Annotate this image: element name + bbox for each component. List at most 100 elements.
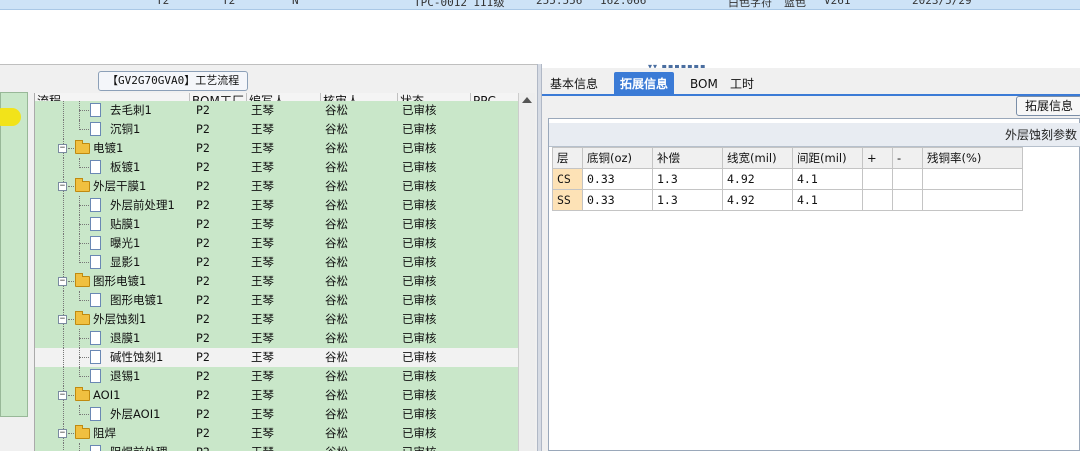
params-cell[interactable]: 0.33 [582,189,653,211]
table-row[interactable]: − 阻焊 P2 王琴 谷松 已审核 [35,424,518,443]
table-row[interactable]: 图形电镀1 P2 王琴 谷松 已审核 [35,291,518,310]
writer-cell: 王琴 [251,179,274,193]
process-step-name: 外层AOI1 [110,407,161,421]
status-indicator [0,108,21,126]
table-row[interactable]: 阻焊前处理 P2 王琴 谷松 已审核 [35,443,518,451]
table-row[interactable]: 贴膜1 P2 王琴 谷松 已审核 [35,215,518,234]
collapse-toggle-icon[interactable]: − [58,315,67,324]
tree-connector [79,129,89,130]
tree-connector [79,443,80,451]
table-row[interactable]: 曝光1 P2 王琴 谷松 已审核 [35,234,518,253]
tree-connector [63,196,64,215]
process-step-name: 外层干膜1 [93,179,147,193]
params-cell[interactable]: CS [552,168,583,190]
params-cell[interactable]: 4.92 [722,168,793,190]
params-column-header[interactable]: 残铜率(%) [922,147,1023,169]
writer-cell: 王琴 [251,103,274,117]
status-cell: 已审核 [402,179,437,193]
params-cell[interactable]: SS [552,189,583,211]
writer-cell: 王琴 [251,236,274,250]
params-column-header[interactable]: 补偿 [652,147,723,169]
process-step-name: 退膜1 [110,331,141,345]
params-cell[interactable] [892,168,923,190]
document-icon [90,445,101,451]
tab-0[interactable]: 基本信息 [544,72,604,96]
document-icon [90,160,101,174]
process-step-name: 阻焊 [93,426,116,440]
writer-cell: 王琴 [251,407,274,421]
params-column-header[interactable]: 线宽(mil) [722,147,793,169]
tab-2[interactable]: BOM [684,72,724,96]
tree-connector [79,110,89,111]
table-row[interactable]: − 图形电镀1 P2 王琴 谷松 已审核 [35,272,518,291]
tab-1[interactable]: 拓展信息 [614,72,675,96]
params-cell[interactable] [862,168,893,190]
bom-factory-cell: P2 [196,350,210,364]
writer-cell: 王琴 [251,350,274,364]
params-row[interactable]: CS 0.33 1.3 4.92 4.1 [552,168,1023,190]
tree-connector [63,253,64,272]
collapse-toggle-icon[interactable]: − [58,277,67,286]
vertical-scrollbar[interactable] [518,93,535,451]
collapse-toggle-icon[interactable]: − [58,429,67,438]
table-row[interactable]: 外层前处理1 P2 王琴 谷松 已审核 [35,196,518,215]
bom-factory-cell: P2 [196,274,210,288]
params-column-header[interactable]: + [862,147,893,169]
panel-title: 外层蚀刻参数 [549,123,1080,147]
table-row[interactable]: 碱性蚀刻1 P2 王琴 谷松 已审核 [35,348,518,367]
extended-info-button[interactable]: 拓展信息 [1016,96,1080,116]
writer-cell: 王琴 [251,388,274,402]
collapse-toggle-icon[interactable]: − [58,144,67,153]
params-column-header[interactable]: 层 [552,147,583,169]
params-cell[interactable] [892,189,923,211]
top-row-cell: T2 [156,0,170,7]
tree-connector [79,167,89,168]
tab-3[interactable]: 工时 [724,72,760,96]
params-cell[interactable]: 0.33 [582,168,653,190]
tree-connector [63,234,64,253]
process-step-name: 图形电镀1 [93,274,147,288]
reviewer-cell: 谷松 [325,388,348,402]
table-row[interactable]: − 外层干膜1 P2 王琴 谷松 已审核 [35,177,518,196]
process-flow-title: 【GV2G70GVA0】工艺流程 [98,71,249,91]
table-row[interactable]: 沉铜1 P2 王琴 谷松 已审核 [35,120,518,139]
reviewer-cell: 谷松 [325,141,348,155]
collapse-toggle-icon[interactable]: − [58,391,67,400]
writer-cell: 王琴 [251,426,274,440]
tree-connector [63,101,64,120]
params-cell[interactable]: 1.3 [652,189,723,211]
left-side-panel [0,92,28,417]
params-cell[interactable] [922,168,1023,190]
reviewer-cell: 谷松 [325,198,348,212]
table-row[interactable]: 退锡1 P2 王琴 谷松 已审核 [35,367,518,386]
params-row[interactable]: SS 0.33 1.3 4.92 4.1 [552,189,1023,211]
params-column-header[interactable]: 底铜(oz) [582,147,653,169]
params-column-header[interactable]: - [892,147,923,169]
params-cell[interactable] [862,189,893,211]
table-row[interactable]: − AOI1 P2 王琴 谷松 已审核 [35,386,518,405]
params-cell[interactable]: 1.3 [652,168,723,190]
params-column-header[interactable]: 间距(mil) [792,147,863,169]
status-cell: 已审核 [402,274,437,288]
process-step-name: 阻焊前处理 [110,443,168,451]
table-row[interactable]: 外层AOI1 P2 王琴 谷松 已审核 [35,405,518,424]
table-row[interactable]: − 电镀1 P2 王琴 谷松 已审核 [35,139,518,158]
reviewer-cell: 谷松 [325,331,348,345]
reviewer-cell: 谷松 [325,426,348,440]
table-row[interactable]: 显影1 P2 王琴 谷松 已审核 [35,253,518,272]
reviewer-cell: 谷松 [325,255,348,269]
params-cell[interactable]: 4.1 [792,168,863,190]
params-cell[interactable]: 4.1 [792,189,863,211]
table-row[interactable]: 退膜1 P2 王琴 谷松 已审核 [35,329,518,348]
params-cell[interactable]: 4.92 [722,189,793,211]
collapse-toggle-icon[interactable]: − [58,182,67,191]
tree-connector [68,319,74,320]
top-record-row[interactable]: T2 T2 N TPC-0012 III级 255.556 162.066 白色字符 蓝色 V2… [0,0,1080,10]
table-row[interactable]: − 外层蚀刻1 P2 王琴 谷松 已审核 [35,310,518,329]
process-tree-grid: 流程BOM工厂编写人核审人状态PPC 去毛刺1P2王琴谷松已审核沉铜1P2王琴谷… [34,93,518,451]
params-cell[interactable] [922,189,1023,211]
table-row[interactable]: 板镀1 P2 王琴 谷松 已审核 [35,158,518,177]
folder-icon [75,178,90,192]
scroll-up-arrow-icon[interactable] [522,97,532,103]
table-row[interactable]: 去毛刺1 P2 王琴 谷松 已审核 [35,101,518,120]
